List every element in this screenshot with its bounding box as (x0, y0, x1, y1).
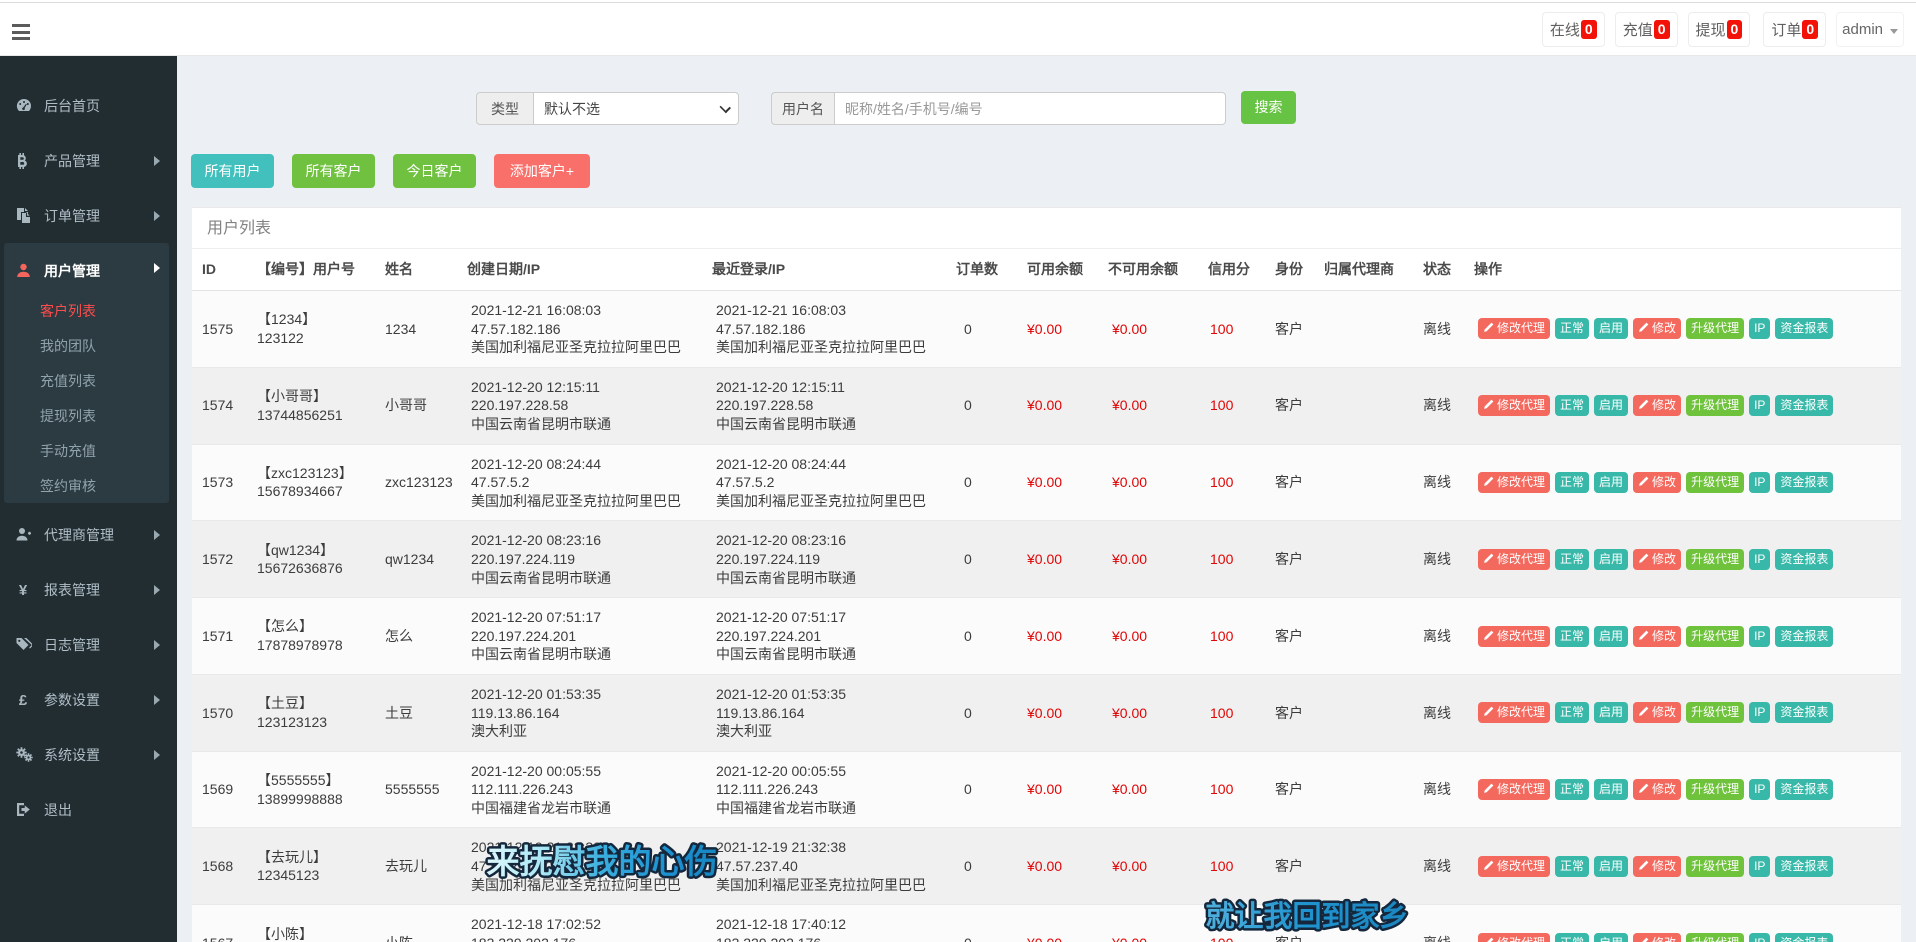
svg-text:£: £ (19, 692, 28, 707)
svg-text:¥: ¥ (19, 582, 28, 597)
